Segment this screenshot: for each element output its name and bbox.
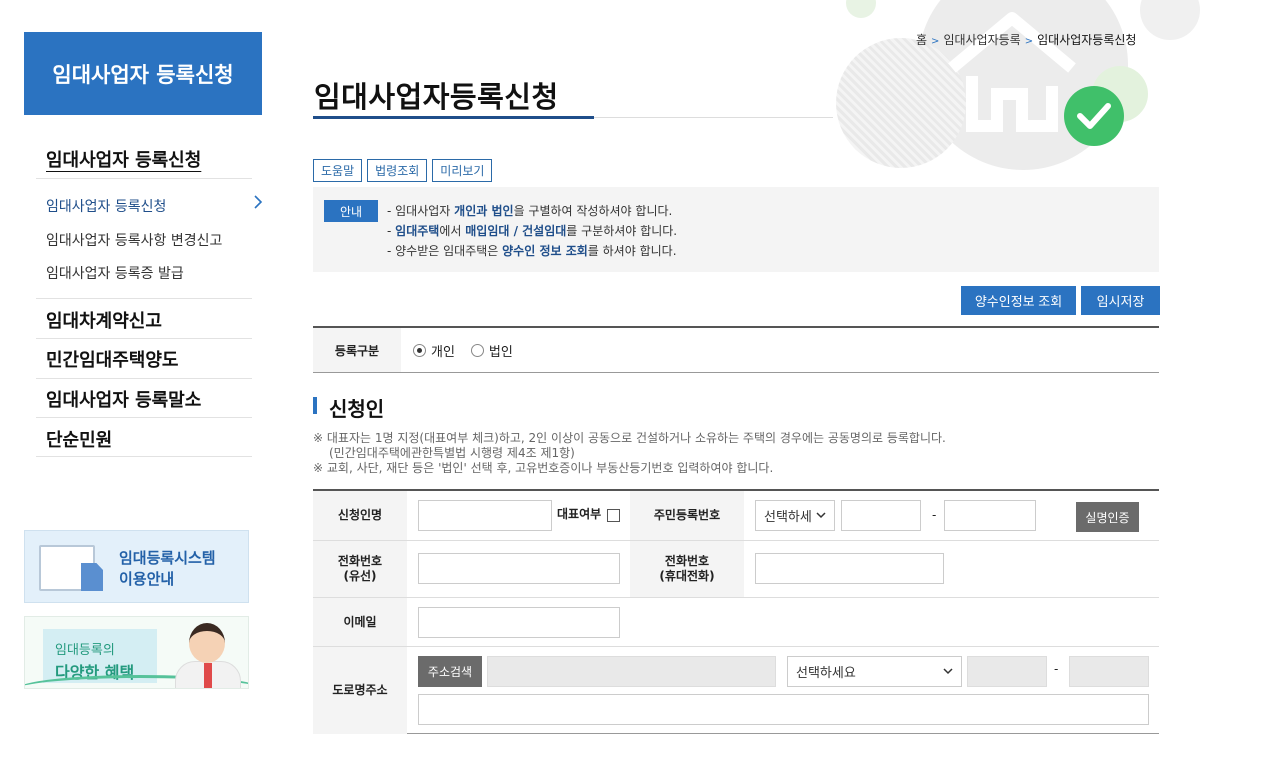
chevron-down-icon [943,668,953,675]
applicant-name-input[interactable] [418,500,552,531]
sidebar-item-transfer[interactable]: 민간임대주택양도 [46,346,178,372]
applicant-form: 신청인명 대표여부 주민등록번호 선택하세 - 실명인증 전화번호 (유선) 전화… [313,489,1159,734]
notice-line: - 임대주택에서 매입임대 / 건설임대를 구분하셔야 합니다. [387,224,678,238]
radio-corporation[interactable]: 법인 [470,341,513,360]
dash: - [932,508,937,522]
chevron-right-icon [254,195,263,209]
address-search-button[interactable]: 주소검색 [418,656,482,687]
header-decoration [830,0,1210,180]
tie [204,663,212,688]
preview-button[interactable]: 미리보기 [432,159,493,182]
section-notes: ※ 대표자는 1명 지정(대표여부 체크)하고, 2인 이상이 공동으로 건설하… [313,431,946,475]
address-detail-input[interactable] [418,694,1149,725]
benefits-banner[interactable]: 임대등록의 다양한 혜택 [24,616,249,689]
sidebar-item-simple[interactable]: 단순민원 [46,426,112,452]
divider [36,178,252,179]
sidebar-item-cancel[interactable]: 임대사업자 등록말소 [46,386,201,412]
phone-wired-input[interactable] [418,553,620,584]
divider [36,456,252,457]
page-title: 임대사업자등록신청 [314,80,559,114]
breadcrumb: 홈 > 임대사업자등록 > 임대사업자등록신청 [916,31,1136,48]
divider [36,417,252,418]
sidebar-item-certificate[interactable]: 임대사업자 등록증 발급 [46,263,184,283]
email-input[interactable] [418,607,620,638]
divider [36,338,252,339]
tool-buttons: 도움말 법령조회 미리보기 [313,159,493,182]
house-icon [948,12,1076,132]
representative-checkbox[interactable] [607,509,620,522]
resident-type-select[interactable]: 선택하세 [755,500,835,531]
sidebar-item-contract[interactable]: 임대차계약신고 [46,307,162,333]
reg-type-label: 등록구분 [313,328,401,372]
sidebar-section-title[interactable]: 임대사업자 등록신청 [46,146,201,172]
sidebar-header: 임대사업자 등록신청 [24,32,262,115]
phone-wired-label: 전화번호 (유선) [313,541,407,597]
check-icon [1064,86,1124,146]
resident-no-label: 주민등록번호 [630,491,744,540]
chevron-down-icon [816,512,826,519]
breadcrumb-home[interactable]: 홈 [916,33,927,47]
help-button[interactable]: 도움말 [313,159,363,182]
address-part2-input[interactable] [1069,656,1149,687]
breadcrumb-sep-icon: > [931,36,940,47]
address-select[interactable]: 선택하세요 [787,656,962,687]
file-icon [81,563,103,591]
reg-type-row: 등록구분 개인 법인 [313,326,1159,373]
breadcrumb-current: 임대사업자등록신청 [1037,33,1137,47]
divider [36,378,252,379]
notice-tag: 안내 [324,200,378,222]
representative-label: 대표여부 [557,507,602,521]
notice-line: - 임대사업자 개인과 법인을 구별하여 작성하셔야 합니다. [387,204,673,218]
road-address-label: 도로명주소 [313,647,407,734]
law-lookup-button[interactable]: 법령조회 [367,159,428,182]
verify-name-button[interactable]: 실명인증 [1076,502,1139,532]
title-underline [313,116,594,119]
person-head [189,623,225,663]
banner-line: 임대등록의 [55,643,115,658]
system-guide-banner[interactable]: 임대등록시스템 이용안내 [24,530,249,603]
divider [36,298,252,299]
temp-save-button[interactable]: 임시저장 [1081,286,1160,315]
breadcrumb-item[interactable]: 임대사업자등록 [943,33,1020,47]
address-input[interactable] [487,656,776,687]
resident-no-back-input[interactable] [944,500,1036,531]
banner-line: 임대등록시스템 [119,549,216,567]
dash: - [1054,662,1059,676]
sidebar-item-register[interactable]: 임대사업자 등록신청 [46,196,166,216]
phone-mobile-input[interactable] [755,553,944,584]
phone-mobile-label: 전화번호 (휴대전화) [630,541,744,597]
email-label: 이메일 [313,598,407,646]
section-title: 신청인 [313,393,384,422]
assignee-lookup-button[interactable]: 양수인정보 조회 [961,286,1076,315]
address-part1-input[interactable] [967,656,1047,687]
radio-individual[interactable]: 개인 [413,341,455,360]
banner-line: 이용안내 [119,570,175,588]
notice-box: 안내 - 임대사업자 개인과 법인을 구별하여 작성하셔야 합니다. - 임대주… [313,187,1159,272]
sidebar-item-change[interactable]: 임대사업자 등록사항 변경신고 [46,230,222,250]
applicant-label: 신청인명 [313,491,407,540]
breadcrumb-sep-icon: > [1024,36,1034,47]
resident-no-front-input[interactable] [841,500,921,531]
notice-line: - 양수받은 임대주택은 양수인 정보 조회를 하셔야 합니다. [387,244,677,258]
